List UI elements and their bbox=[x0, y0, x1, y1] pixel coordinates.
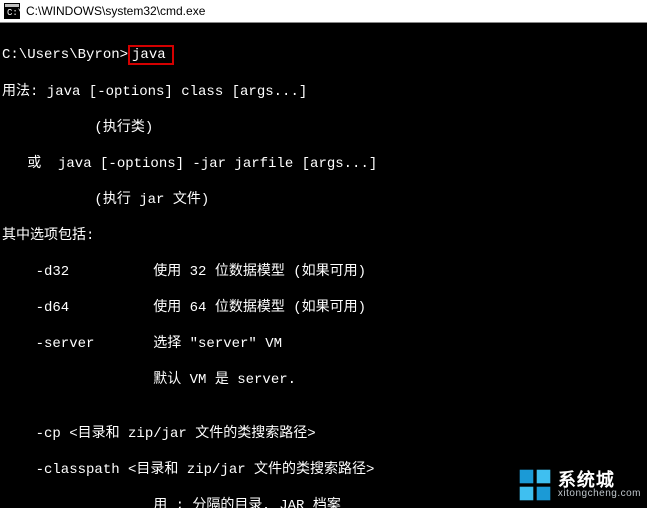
output-line: -server 选择 "server" VM bbox=[2, 335, 645, 353]
watermark-url: xitongcheng.com bbox=[558, 489, 641, 499]
watermark: 系统城 xitongcheng.com bbox=[518, 468, 641, 502]
output-line: 或 java [-options] -jar jarfile [args...] bbox=[2, 155, 645, 173]
prompt: C:\Users\Byron> bbox=[2, 47, 128, 63]
watermark-logo-icon bbox=[518, 468, 552, 502]
output-line: -cp <目录和 zip/jar 文件的类搜索路径> bbox=[2, 425, 645, 443]
terminal-output[interactable]: C:\Users\Byron>java 用法: java [-options] … bbox=[0, 23, 647, 508]
output-line: 默认 VM 是 server. bbox=[2, 371, 645, 389]
svg-text:C:\: C:\ bbox=[7, 8, 20, 18]
window-title: C:\WINDOWS\system32\cmd.exe bbox=[26, 4, 205, 18]
watermark-title: 系统城 bbox=[558, 471, 641, 489]
output-line: (执行 jar 文件) bbox=[2, 191, 645, 209]
output-line: 用法: java [-options] class [args...] bbox=[2, 83, 645, 101]
cmd-icon: C:\ bbox=[4, 3, 20, 19]
output-line: (执行类) bbox=[2, 119, 645, 137]
output-line: -d32 使用 32 位数据模型 (如果可用) bbox=[2, 263, 645, 281]
output-line: -d64 使用 64 位数据模型 (如果可用) bbox=[2, 299, 645, 317]
command-highlight: java bbox=[128, 45, 174, 65]
output-line: 其中选项包括: bbox=[2, 227, 645, 245]
titlebar: C:\ C:\WINDOWS\system32\cmd.exe bbox=[0, 0, 647, 23]
